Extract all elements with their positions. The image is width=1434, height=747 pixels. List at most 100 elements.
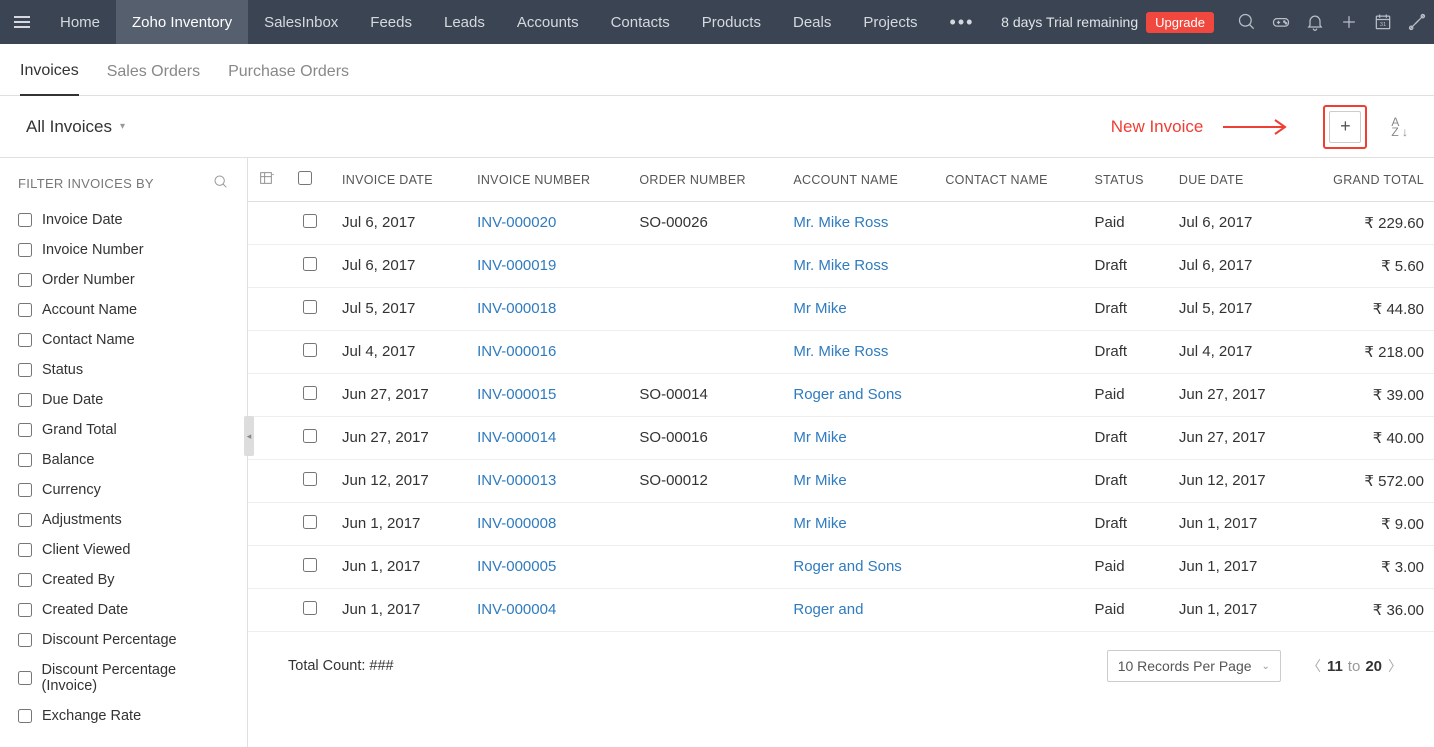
pager-prev[interactable]: 〈 — [1301, 656, 1327, 676]
col-order-number[interactable]: ORDER NUMBER — [629, 158, 783, 202]
filter-checkbox[interactable] — [18, 393, 32, 407]
plus-icon[interactable] — [1332, 0, 1366, 44]
table-row[interactable]: Jul 6, 2017INV-000019Mr. Mike RossDraftJ… — [248, 245, 1434, 288]
filter-checkbox[interactable] — [18, 423, 32, 437]
cell-invoice-number[interactable]: INV-000004 — [467, 589, 629, 632]
nav-tab-products[interactable]: Products — [686, 0, 777, 44]
filter-checkbox[interactable] — [18, 671, 32, 685]
filter-grand-total[interactable]: Grand Total — [0, 415, 247, 445]
col-contact-name[interactable]: CONTACT NAME — [935, 158, 1084, 202]
filter-checkbox[interactable] — [18, 709, 32, 723]
nav-tab-zoho-inventory[interactable]: Zoho Inventory — [116, 0, 248, 44]
subtab-purchase-orders[interactable]: Purchase Orders — [228, 51, 349, 95]
nav-more[interactable]: ••• — [934, 12, 991, 33]
filter-checkbox[interactable] — [18, 603, 32, 617]
cell-account-name[interactable]: Roger and Sons — [783, 374, 935, 417]
cell-account-name[interactable]: Roger and — [783, 589, 935, 632]
cell-invoice-number[interactable]: INV-000016 — [467, 331, 629, 374]
select-all-checkbox[interactable] — [298, 171, 312, 185]
filter-order-number[interactable]: Order Number — [0, 265, 247, 295]
cell-account-name[interactable]: Mr. Mike Ross — [783, 245, 935, 288]
filter-checkbox[interactable] — [18, 303, 32, 317]
calendar-icon[interactable]: 31 — [1366, 0, 1400, 44]
filter-checkbox[interactable] — [18, 243, 32, 257]
table-row[interactable]: Jul 5, 2017INV-000018Mr MikeDraftJul 5, … — [248, 288, 1434, 331]
nav-tab-projects[interactable]: Projects — [847, 0, 933, 44]
filter-checkbox[interactable] — [18, 213, 32, 227]
nav-tab-home[interactable]: Home — [44, 0, 116, 44]
filter-checkbox[interactable] — [18, 573, 32, 587]
filter-checkbox[interactable] — [18, 273, 32, 287]
row-checkbox[interactable] — [303, 558, 317, 572]
filter-discount-percentage-invoice-[interactable]: Discount Percentage (Invoice) — [0, 655, 247, 701]
filter-exchange-rate[interactable]: Exchange Rate — [0, 701, 247, 731]
subtab-invoices[interactable]: Invoices — [20, 50, 79, 96]
cell-invoice-number[interactable]: INV-000018 — [467, 288, 629, 331]
table-row[interactable]: Jul 4, 2017INV-000016Mr. Mike RossDraftJ… — [248, 331, 1434, 374]
cell-invoice-number[interactable]: INV-000014 — [467, 417, 629, 460]
cell-account-name[interactable]: Mr Mike — [783, 460, 935, 503]
row-checkbox[interactable] — [303, 386, 317, 400]
gamepad-icon[interactable] — [1264, 0, 1298, 44]
nav-tab-feeds[interactable]: Feeds — [354, 0, 428, 44]
col-invoice-date[interactable]: INVOICE DATE — [332, 158, 467, 202]
filter-checkbox[interactable] — [18, 333, 32, 347]
row-checkbox[interactable] — [303, 343, 317, 357]
row-checkbox[interactable] — [303, 429, 317, 443]
search-icon[interactable] — [1230, 0, 1264, 44]
filter-due-date[interactable]: Due Date — [0, 385, 247, 415]
filter-checkbox[interactable] — [18, 543, 32, 557]
filter-checkbox[interactable] — [18, 363, 32, 377]
filter-status[interactable]: Status — [0, 355, 247, 385]
filter-invoice-number[interactable]: Invoice Number — [0, 235, 247, 265]
cell-invoice-number[interactable]: INV-000019 — [467, 245, 629, 288]
nav-tab-accounts[interactable]: Accounts — [501, 0, 595, 44]
cell-invoice-number[interactable]: INV-000013 — [467, 460, 629, 503]
table-row[interactable]: Jun 1, 2017INV-000004Roger andPaidJun 1,… — [248, 589, 1434, 632]
menu-toggle[interactable] — [0, 0, 44, 44]
column-settings-icon[interactable] — [258, 175, 274, 189]
table-row[interactable]: Jun 27, 2017INV-000015SO-00014Roger and … — [248, 374, 1434, 417]
filter-created-by[interactable]: Created By — [0, 565, 247, 595]
filter-balance[interactable]: Balance — [0, 445, 247, 475]
cell-invoice-number[interactable]: INV-000005 — [467, 546, 629, 589]
table-row[interactable]: Jun 1, 2017INV-000008Mr MikeDraftJun 1, … — [248, 503, 1434, 546]
cell-invoice-number[interactable]: INV-000015 — [467, 374, 629, 417]
subtab-sales-orders[interactable]: Sales Orders — [107, 51, 200, 95]
col-grand-total[interactable]: GRAND TOTAL — [1299, 158, 1434, 202]
filter-currency[interactable]: Currency — [0, 475, 247, 505]
row-checkbox[interactable] — [303, 300, 317, 314]
row-checkbox[interactable] — [303, 515, 317, 529]
filter-checkbox[interactable] — [18, 513, 32, 527]
nav-tab-leads[interactable]: Leads — [428, 0, 501, 44]
cell-account-name[interactable]: Mr. Mike Ross — [783, 202, 935, 245]
col-due-date[interactable]: DUE DATE — [1169, 158, 1299, 202]
pager-next[interactable]: 〉 — [1382, 656, 1408, 676]
cell-invoice-number[interactable]: INV-000020 — [467, 202, 629, 245]
filter-client-viewed[interactable]: Client Viewed — [0, 535, 247, 565]
filter-checkbox[interactable] — [18, 453, 32, 467]
col-status[interactable]: STATUS — [1085, 158, 1169, 202]
filter-account-name[interactable]: Account Name — [0, 295, 247, 325]
nav-tab-contacts[interactable]: Contacts — [595, 0, 686, 44]
sort-icon[interactable]: AZ ↓ — [1391, 117, 1408, 137]
filter-created-date[interactable]: Created Date — [0, 595, 247, 625]
cell-account-name[interactable]: Mr Mike — [783, 417, 935, 460]
table-row[interactable]: Jun 27, 2017INV-000014SO-00016Mr MikeDra… — [248, 417, 1434, 460]
sidebar-collapse-handle[interactable]: ◂ — [244, 416, 254, 456]
row-checkbox[interactable] — [303, 601, 317, 615]
row-checkbox[interactable] — [303, 214, 317, 228]
row-checkbox[interactable] — [303, 472, 317, 486]
new-invoice-button[interactable]: + — [1329, 111, 1361, 143]
filter-adjustments[interactable]: Adjustments — [0, 505, 247, 535]
col-invoice-number[interactable]: INVOICE NUMBER — [467, 158, 629, 202]
nav-tab-deals[interactable]: Deals — [777, 0, 847, 44]
row-checkbox[interactable] — [303, 257, 317, 271]
cell-account-name[interactable]: Roger and Sons — [783, 546, 935, 589]
view-selector[interactable]: All Invoices ▾ — [26, 117, 125, 137]
cell-account-name[interactable]: Mr. Mike Ross — [783, 331, 935, 374]
filter-discount-percentage[interactable]: Discount Percentage — [0, 625, 247, 655]
filter-checkbox[interactable] — [18, 483, 32, 497]
filter-checkbox[interactable] — [18, 633, 32, 647]
filter-invoice-date[interactable]: Invoice Date — [0, 205, 247, 235]
